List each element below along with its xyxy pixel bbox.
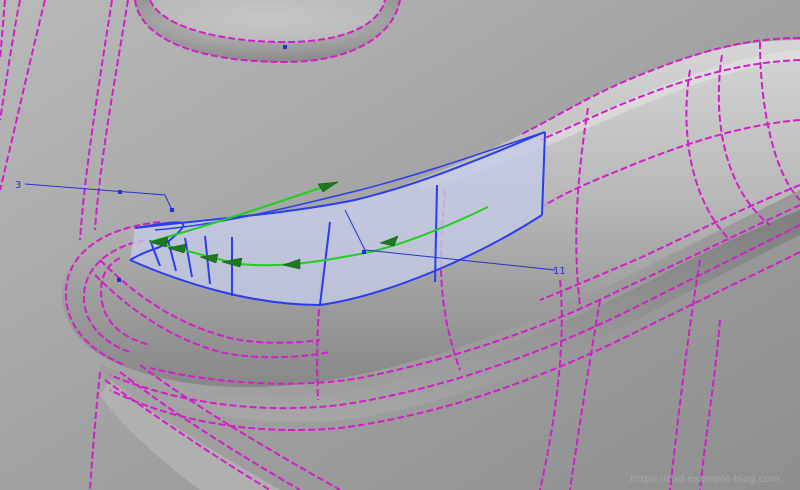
callout-label-11[interactable]: 11 [553,266,566,277]
viewport-canvas[interactable]: 3 11 https://cad.example-blog.com [0,0,800,490]
watermark-text: https://cad.example-blog.com [630,474,780,485]
cad-3d-viewport[interactable]: 3 11 https://cad.example-blog.com [0,0,800,490]
callout-label-3[interactable]: 3 [15,180,21,191]
